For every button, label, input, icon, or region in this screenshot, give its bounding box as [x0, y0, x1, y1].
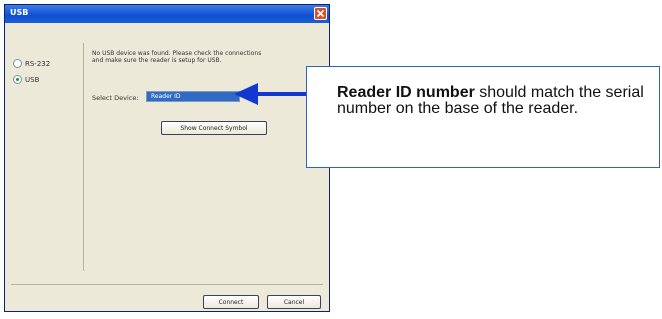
close-icon — [316, 9, 325, 18]
vertical-divider — [83, 43, 84, 271]
radio-usb-label: USB — [25, 75, 40, 84]
connect-button[interactable]: Connect — [203, 295, 259, 309]
radio-rs232-control[interactable] — [13, 59, 22, 68]
cancel-button[interactable]: Cancel — [267, 295, 321, 309]
callout-box: Reader ID number should match the serial… — [306, 66, 660, 168]
close-button[interactable] — [314, 7, 327, 20]
status-message: No USB device was found. Please check th… — [92, 50, 262, 64]
title-bar[interactable]: USB — [5, 5, 329, 23]
radio-rs232-label: RS-232 — [25, 59, 51, 68]
pointer-arrow-icon — [234, 83, 306, 105]
select-device-label: Select Device: — [92, 94, 139, 102]
callout-bold: Reader ID number — [337, 84, 475, 101]
radio-usb[interactable]: USB — [13, 75, 39, 84]
show-connect-symbol-button[interactable]: Show Connect Symbol — [161, 121, 267, 135]
horizontal-divider — [11, 284, 323, 285]
device-field[interactable]: Reader ID — [146, 91, 240, 102]
radio-usb-control[interactable] — [13, 75, 22, 84]
radio-rs232[interactable]: RS-232 — [13, 59, 50, 68]
usb-dialog: USB RS-232 USB No USB device was found. … — [4, 4, 330, 312]
window-title: USB — [10, 8, 29, 17]
dialog-body: RS-232 USB No USB device was found. Plea… — [5, 23, 329, 311]
callout-text: Reader ID number should match the serial… — [337, 85, 647, 117]
